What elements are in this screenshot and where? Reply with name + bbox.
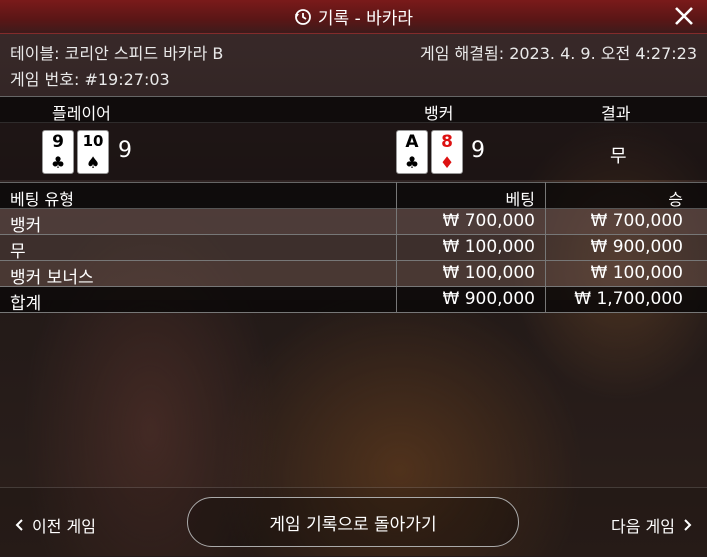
table-row: 뱅커 보너스 ₩ 100,000 ₩ 100,000 (0, 261, 707, 288)
result-value: 무 (610, 146, 627, 167)
table-row: 무 ₩ 100,000 ₩ 900,000 (0, 235, 707, 262)
card-rank: 9 (52, 132, 64, 152)
result-header-row: 플레이어 뱅커 결과 (0, 96, 707, 123)
table-row: 뱅커 ₩ 700,000 ₩ 700,000 (0, 209, 707, 236)
result-header: 결과 (601, 104, 631, 123)
total-label: 합계 (10, 294, 42, 314)
banker-card-2: 8 ♦ (431, 130, 463, 174)
close-button[interactable] (673, 5, 695, 27)
title-group: 기록 - 바카라 (294, 4, 413, 29)
win-amount: ₩ 900,000 (590, 237, 683, 257)
bet-amount: ₩ 700,000 (442, 211, 535, 231)
banker-header: 뱅커 (424, 104, 454, 123)
bet-amount-header: 베팅 (505, 190, 535, 209)
card-rank: A (405, 132, 419, 152)
bet-type: 뱅커 (10, 216, 42, 236)
total-row: 합계 ₩ 900,000 ₩ 1,700,000 (0, 287, 707, 314)
banker-card-1: A ♣ (396, 130, 428, 174)
win-amount-header: 승 (668, 190, 683, 209)
column-divider (545, 182, 546, 312)
window-title: 기록 - 바카라 (317, 9, 414, 29)
bet-type: 뱅커 보너스 (10, 268, 94, 288)
diamond-icon: ♦ (439, 153, 455, 172)
bet-amount: ₩ 100,000 (442, 263, 535, 283)
total-bet: ₩ 900,000 (442, 289, 535, 309)
title-bar: 기록 - 바카라 (0, 0, 707, 34)
player-card-1: 9 ♣ (42, 130, 74, 174)
player-header: 플레이어 (52, 104, 111, 123)
player-card-2: 10 ♠ (77, 130, 109, 174)
total-win: ₩ 1,700,000 (574, 289, 683, 309)
club-icon: ♣ (50, 153, 66, 172)
round-number: 게임 번호: #19:27:03 (10, 70, 170, 89)
win-amount: ₩ 100,000 (590, 263, 683, 283)
footer-nav: 이전 게임 게임 기록으로 돌아가기 다음 게임 (0, 487, 707, 557)
back-to-history-label: 게임 기록으로 돌아가기 (269, 514, 437, 535)
background-shadow (0, 300, 707, 487)
card-rank: 8 (441, 132, 453, 152)
chevron-left-icon (15, 519, 23, 531)
bet-type: 무 (10, 242, 26, 262)
cards-row: 9 ♣ 10 ♠ 9 A ♣ 8 ♦ 9 무 (0, 122, 707, 180)
banker-score: 9 (471, 138, 485, 163)
card-rank: 10 (82, 132, 104, 150)
next-game-label: 다음 게임 (611, 517, 675, 536)
bet-amount: ₩ 100,000 (442, 237, 535, 257)
bets-header-row: 베팅 유형 베팅 승 (0, 182, 707, 209)
back-to-history-button[interactable]: 게임 기록으로 돌아가기 (187, 497, 519, 547)
win-amount: ₩ 700,000 (590, 211, 683, 231)
next-game-button[interactable]: 다음 게임 (611, 513, 693, 537)
chevron-right-icon (684, 519, 692, 531)
bet-type-header: 베팅 유형 (10, 190, 74, 209)
player-score: 9 (118, 138, 132, 163)
club-icon: ♣ (404, 153, 420, 172)
prev-game-label: 이전 게임 (32, 517, 96, 536)
prev-game-button[interactable]: 이전 게임 (14, 513, 96, 537)
history-icon (294, 8, 311, 25)
spade-icon: ♠ (85, 153, 101, 172)
table-name: 테이블: 코리안 스피드 바카라 B (10, 44, 224, 63)
column-divider (396, 182, 397, 312)
close-icon (675, 7, 693, 25)
resolved-time: 게임 해결됨: 2023. 4. 9. 오전 4:27:23 (420, 44, 697, 63)
